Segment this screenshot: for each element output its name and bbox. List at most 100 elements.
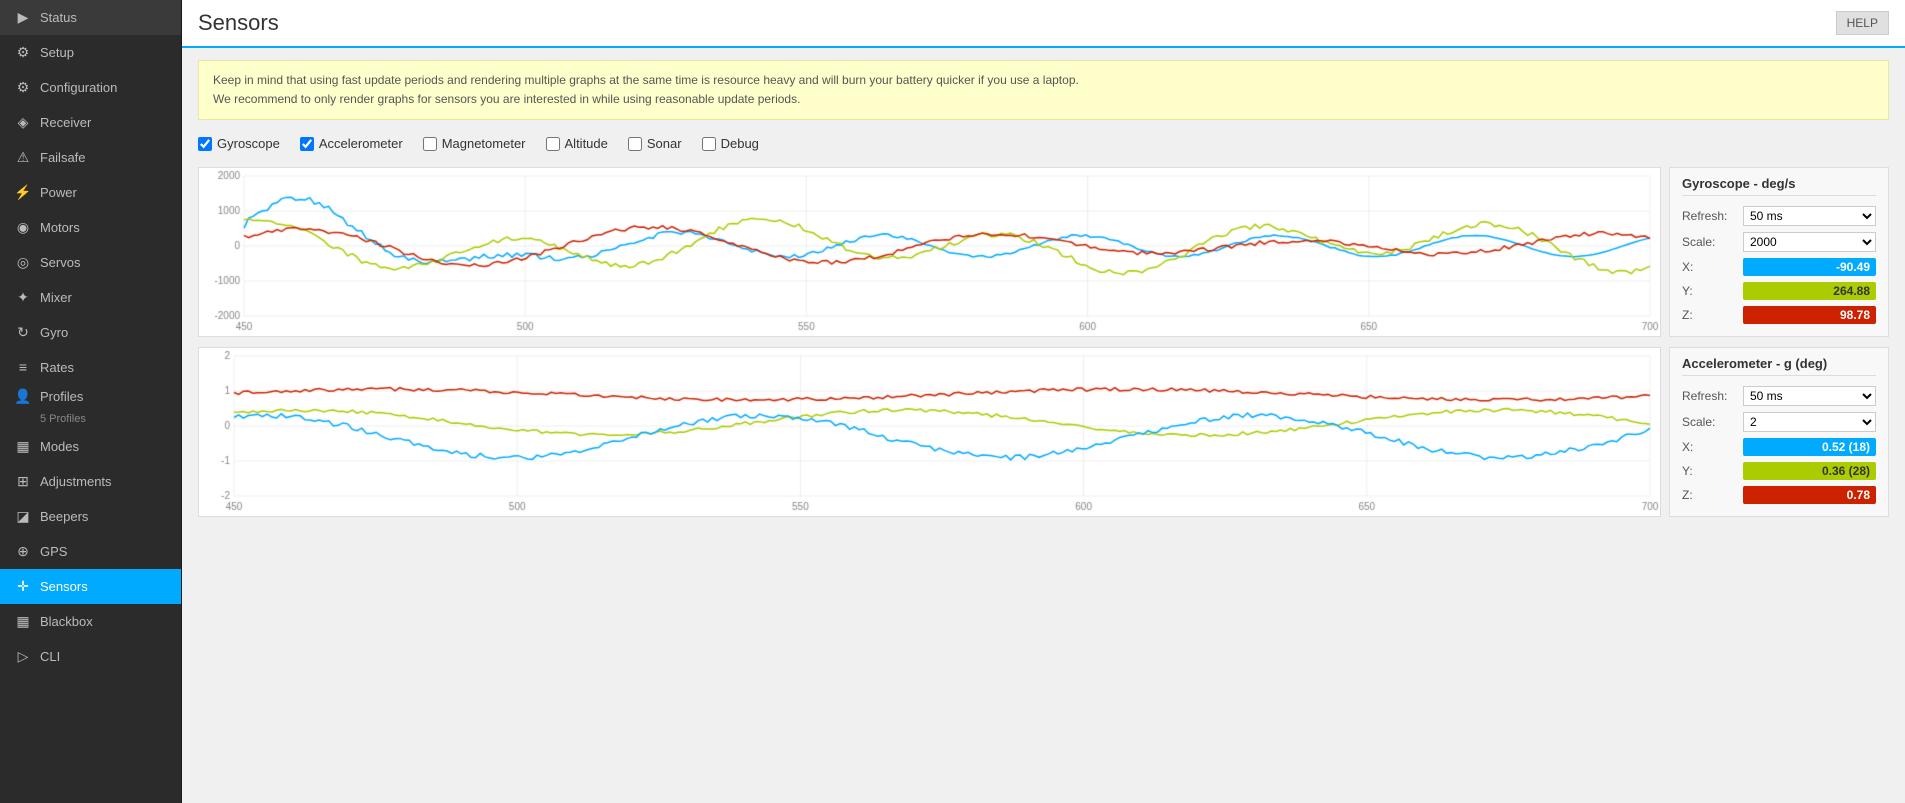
sidebar-item-label: Motors [40, 220, 80, 235]
sidebar-item-label: Rates [40, 360, 74, 375]
sidebar-item-label: Profiles [40, 389, 83, 404]
cli-icon: ▷ [14, 648, 32, 665]
z-label: Z: [1682, 488, 1737, 502]
y-label: Y: [1682, 284, 1737, 298]
sidebar-item-sensors[interactable]: ✛ Sensors [0, 569, 181, 604]
sidebar-item-profiles[interactable]: 👤 Profiles 5 Profiles [0, 384, 181, 429]
accelerometer-scale-row: Scale: 1 2 4 8 [1682, 412, 1876, 432]
gyroscope-panel-title: Gyroscope - deg/s [1682, 176, 1876, 196]
sidebar-item-label: Blackbox [40, 614, 93, 629]
accelerometer-panel: Accelerometer - g (deg) Refresh: 50 ms 1… [1669, 347, 1889, 517]
sidebar-item-blackbox[interactable]: ▦ Blackbox [0, 604, 181, 639]
failsafe-icon: ⚠ [14, 149, 32, 166]
gyroscope-checkbox[interactable] [198, 137, 212, 151]
gyroscope-y-value: 264.88 [1743, 282, 1876, 300]
checkbox-magnetometer[interactable]: Magnetometer [423, 136, 526, 151]
gyroscope-refresh-row: Refresh: 50 ms 100 ms 200 ms [1682, 206, 1876, 226]
debug-label: Debug [721, 136, 759, 151]
power-icon: ⚡ [14, 184, 32, 201]
sidebar-item-label: Failsafe [40, 150, 86, 165]
scale-label: Scale: [1682, 235, 1737, 249]
sidebar: ▶ Status ⚙ Setup ⚙ Configuration ◈ Recei… [0, 0, 182, 803]
sidebar-item-adjustments[interactable]: ⊞ Adjustments [0, 464, 181, 499]
altitude-checkbox[interactable] [546, 137, 560, 151]
sidebar-item-receiver[interactable]: ◈ Receiver [0, 105, 181, 140]
beepers-icon: ◪ [14, 508, 32, 525]
sidebar-item-mixer[interactable]: ✦ Mixer [0, 280, 181, 315]
x-label: X: [1682, 260, 1737, 274]
content-area: Keep in mind that using fast update peri… [182, 48, 1905, 803]
sidebar-item-modes[interactable]: ▦ Modes [0, 429, 181, 464]
sidebar-item-configuration[interactable]: ⚙ Configuration [0, 70, 181, 105]
sidebar-item-label: GPS [40, 544, 67, 559]
gyroscope-scale-select[interactable]: 500 1000 2000 5000 [1743, 232, 1876, 252]
debug-checkbox[interactable] [702, 137, 716, 151]
z-label: Z: [1682, 308, 1737, 322]
sonar-checkbox[interactable] [628, 137, 642, 151]
accelerometer-chart-wrapper [198, 347, 1661, 517]
sidebar-item-status[interactable]: ▶ Status [0, 0, 181, 35]
gyroscope-chart-row: Gyroscope - deg/s Refresh: 50 ms 100 ms … [198, 167, 1889, 337]
gyroscope-panel: Gyroscope - deg/s Refresh: 50 ms 100 ms … [1669, 167, 1889, 337]
modes-icon: ▦ [14, 438, 32, 455]
sidebar-item-label: Mixer [40, 290, 72, 305]
sidebar-item-label: Modes [40, 439, 79, 454]
sidebar-item-label: CLI [40, 649, 60, 664]
accelerometer-y-value: 0.36 (28) [1743, 462, 1876, 480]
sensor-checkboxes: Gyroscope Accelerometer Magnetometer Alt… [198, 130, 1889, 157]
accelerometer-canvas [199, 348, 1660, 516]
mixer-icon: ✦ [14, 289, 32, 306]
magnetometer-checkbox[interactable] [423, 137, 437, 151]
servos-icon: ◎ [14, 254, 32, 271]
accelerometer-scale-select[interactable]: 1 2 4 8 [1743, 412, 1876, 432]
sidebar-item-label: Gyro [40, 325, 68, 340]
gyroscope-x-row: X: -90.49 [1682, 258, 1876, 276]
checkbox-accelerometer[interactable]: Accelerometer [300, 136, 403, 151]
sidebar-item-beepers[interactable]: ◪ Beepers [0, 499, 181, 534]
sidebar-item-servos[interactable]: ◎ Servos [0, 245, 181, 280]
main-content: Sensors HELP Keep in mind that using fas… [182, 0, 1905, 803]
gyro-icon: ↻ [14, 324, 32, 341]
sidebar-item-failsafe[interactable]: ⚠ Failsafe [0, 140, 181, 175]
setup-icon: ⚙ [14, 44, 32, 61]
gyroscope-y-row: Y: 264.88 [1682, 282, 1876, 300]
profiles-sublabel: 5 Profiles [14, 413, 86, 425]
gyroscope-scale-row: Scale: 500 1000 2000 5000 [1682, 232, 1876, 252]
adjustments-icon: ⊞ [14, 473, 32, 490]
sidebar-item-gyro[interactable]: ↻ Gyro [0, 315, 181, 350]
rates-icon: ≡ [14, 359, 32, 375]
accelerometer-z-row: Z: 0.78 [1682, 486, 1876, 504]
sidebar-item-rates[interactable]: ≡ Rates [0, 350, 181, 384]
gyroscope-z-row: Z: 98.78 [1682, 306, 1876, 324]
sidebar-item-gps[interactable]: ⊕ GPS [0, 534, 181, 569]
sidebar-item-setup[interactable]: ⚙ Setup [0, 35, 181, 70]
blackbox-icon: ▦ [14, 613, 32, 630]
checkbox-debug[interactable]: Debug [702, 136, 759, 151]
checkbox-sonar[interactable]: Sonar [628, 136, 682, 151]
sidebar-item-cli[interactable]: ▷ CLI [0, 639, 181, 674]
magnetometer-label: Magnetometer [442, 136, 526, 151]
status-icon: ▶ [14, 9, 32, 26]
sidebar-item-label: Receiver [40, 115, 91, 130]
sidebar-item-label: Configuration [40, 80, 117, 95]
y-label: Y: [1682, 464, 1737, 478]
motors-icon: ◉ [14, 219, 32, 236]
checkbox-altitude[interactable]: Altitude [546, 136, 608, 151]
gyroscope-z-value: 98.78 [1743, 306, 1876, 324]
receiver-icon: ◈ [14, 114, 32, 131]
warning-line1: Keep in mind that using fast update peri… [213, 71, 1874, 90]
scale-label: Scale: [1682, 415, 1737, 429]
help-button[interactable]: HELP [1836, 11, 1889, 35]
accelerometer-refresh-select[interactable]: 50 ms 100 ms 200 ms [1743, 386, 1876, 406]
accelerometer-checkbox[interactable] [300, 137, 314, 151]
refresh-label: Refresh: [1682, 389, 1737, 403]
sidebar-item-power[interactable]: ⚡ Power [0, 175, 181, 210]
checkbox-gyroscope[interactable]: Gyroscope [198, 136, 280, 151]
gyroscope-refresh-select[interactable]: 50 ms 100 ms 200 ms [1743, 206, 1876, 226]
sidebar-item-label: Adjustments [40, 474, 112, 489]
page-header: Sensors HELP [182, 0, 1905, 48]
accelerometer-x-value: 0.52 (18) [1743, 438, 1876, 456]
warning-line2: We recommend to only render graphs for s… [213, 90, 1874, 109]
page-title: Sensors [198, 10, 279, 36]
sidebar-item-motors[interactable]: ◉ Motors [0, 210, 181, 245]
